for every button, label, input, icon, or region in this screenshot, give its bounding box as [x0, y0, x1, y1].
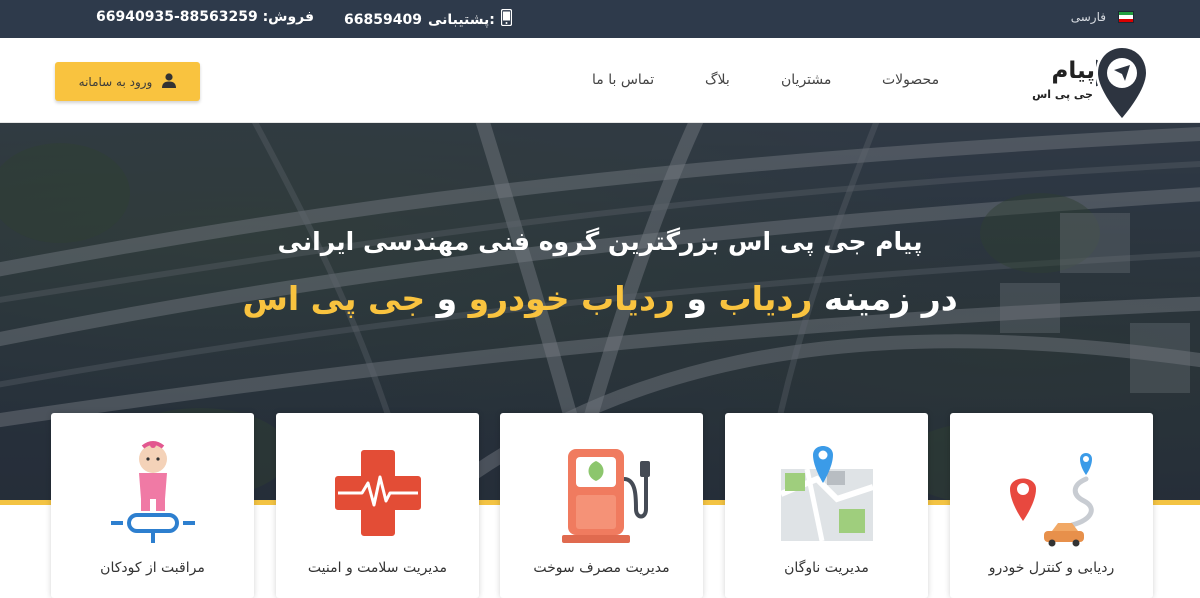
login-button[interactable]: ورود به سامانه [55, 62, 200, 101]
site-header: ورود به سامانه تماس با ما بلاگ مشتریان م… [0, 38, 1200, 123]
service-label: مراقبت از کودکان [100, 560, 205, 576]
nav-contact[interactable]: تماس با ما [592, 72, 654, 88]
sales-phone: فروش: 88563259-66940935 [96, 9, 314, 25]
support-label: پشتیبانی: [427, 11, 495, 28]
health-cross-icon [328, 439, 428, 549]
nav-blog[interactable]: بلاگ [705, 72, 730, 88]
service-card-vehicle-tracking[interactable]: ردیابی و کنترل خودرو [950, 413, 1153, 598]
hero-prefix: در زمینه [823, 279, 958, 318]
login-label: ورود به سامانه [78, 74, 153, 89]
service-label: ردیابی و کنترل خودرو [988, 560, 1115, 576]
service-label: مدیریت سلامت و امنیت [307, 560, 448, 576]
fleet-map-pin-icon [777, 439, 877, 549]
service-label: مدیریت مصرف سوخت [533, 560, 670, 576]
hero-headline: پیام جی پی اس بزرگترین گروه فنی مهندسی ا… [277, 227, 923, 256]
hero-and-1: و [686, 279, 707, 318]
hero-highlight-gps: جی پی اس [242, 279, 426, 318]
hero-subheadline: در زمینه ردیاب و ردیاب خودرو و جی پی اس [0, 279, 1200, 318]
logo-name: پیام [1051, 58, 1095, 84]
logo-subtitle: جی پی اس [1032, 88, 1093, 101]
service-card-fuel-management[interactable]: مدیریت مصرف سوخت [500, 413, 703, 598]
hero-and-2: و [436, 279, 458, 318]
nav-products[interactable]: محصولات [882, 72, 939, 88]
nav-customers[interactable]: مشتریان [781, 72, 831, 88]
iran-flag-icon [1118, 11, 1134, 23]
top-bar: فروش: 88563259-66940935 66859409 پشتیبان… [0, 0, 1200, 38]
language-label: فارسی [1070, 10, 1106, 24]
location-pin-arrow-icon [1093, 46, 1148, 124]
site-logo[interactable]: پیام جی پی اس [1018, 44, 1148, 120]
language-switcher[interactable]: فارسی [1071, 10, 1134, 24]
support-phone: 66859409 پشتیبانی: [344, 8, 513, 30]
support-number[interactable]: 66859409 [344, 12, 422, 28]
child-care-icon [103, 439, 203, 549]
service-card-child-care[interactable]: مراقبت از کودکان [51, 413, 254, 598]
hero-highlight-car-tracker: ردیاب خودرو [468, 279, 675, 318]
vehicle-tracking-route-icon [1002, 439, 1102, 549]
fuel-pump-icon [552, 439, 652, 549]
service-label: مدیریت ناوگان [784, 560, 869, 576]
service-card-fleet-management[interactable]: مدیریت ناوگان [725, 413, 928, 598]
user-icon [162, 72, 177, 91]
sales-numbers[interactable]: 88563259-66940935 [96, 9, 258, 25]
service-card-health-safety[interactable]: مدیریت سلامت و امنیت [276, 413, 479, 598]
mobile-phone-icon [500, 8, 513, 30]
sales-label: فروش: [262, 9, 315, 25]
hero-highlight-tracker: ردیاب [718, 279, 813, 318]
